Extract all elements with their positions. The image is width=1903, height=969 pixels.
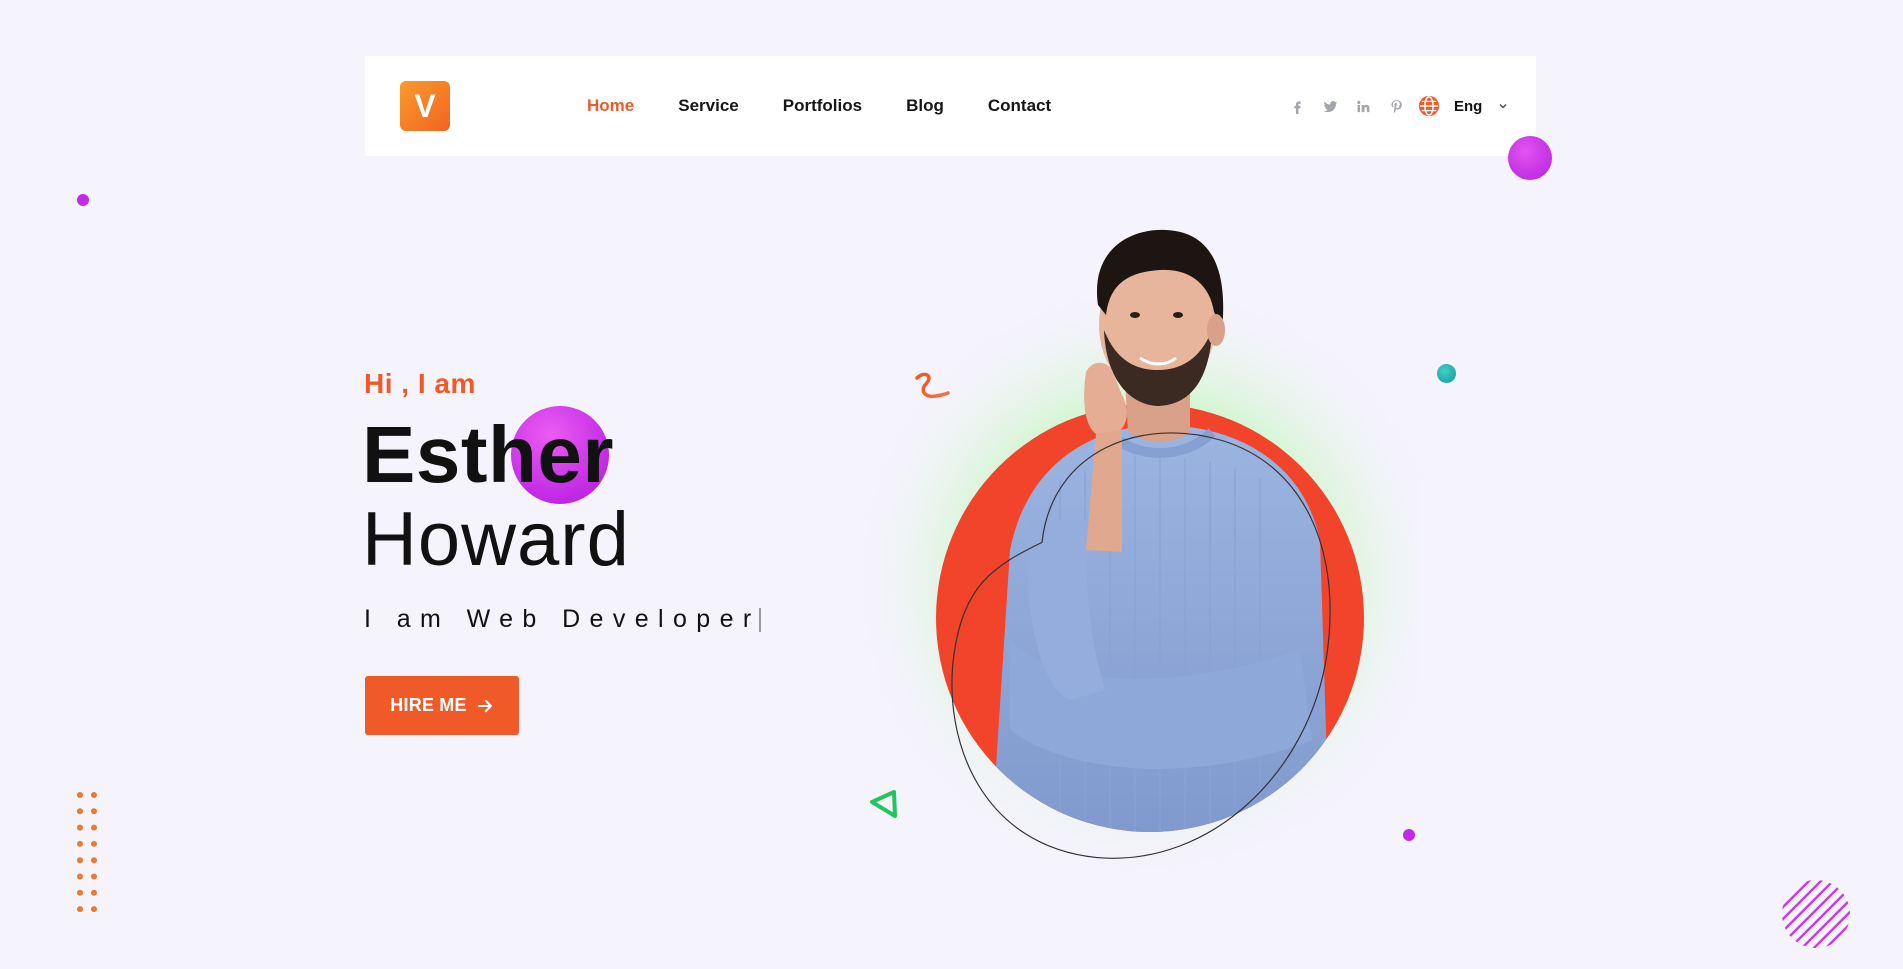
grid-dot — [91, 840, 97, 847]
decor-purple-dot-small — [77, 194, 89, 206]
hire-me-button[interactable]: HIRE ME — [365, 676, 519, 735]
pinterest-icon[interactable] — [1380, 96, 1413, 116]
hero-greeting: Hi , I am — [364, 368, 476, 399]
hero-portrait — [860, 229, 1420, 880]
grid-dot — [91, 906, 97, 913]
decor-dot-grid — [77, 792, 97, 913]
typing-caret — [758, 607, 761, 632]
decor-striped-circle — [1782, 880, 1850, 948]
language-label: Eng — [1454, 97, 1483, 115]
linkedin-icon[interactable] — [1347, 96, 1380, 116]
hero-first-name: Esther — [362, 410, 614, 499]
facebook-icon[interactable] — [1281, 96, 1314, 116]
grid-dot — [77, 808, 83, 815]
grid-dot — [91, 808, 97, 815]
decor-purple-circle-header — [1508, 136, 1552, 180]
main-nav: Home Service Portfolios Blog Contact — [587, 56, 1095, 156]
grid-dot — [91, 857, 97, 864]
chevron-down-icon — [1499, 103, 1507, 109]
hire-me-label: HIRE ME — [390, 695, 467, 715]
hero-last-name: Howard — [362, 497, 630, 582]
hero-role-text: I am Web Developer — [364, 605, 761, 633]
nav-item-home[interactable]: Home — [587, 96, 634, 116]
grid-dot — [77, 873, 83, 880]
grid-dot — [77, 840, 83, 847]
nav-item-blog[interactable]: Blog — [906, 96, 944, 116]
grid-dot — [91, 873, 97, 880]
grid-dot — [77, 857, 83, 864]
grid-dot — [91, 824, 97, 831]
decor-teal-dot — [1437, 364, 1456, 383]
grid-dot — [91, 889, 97, 896]
grid-dot — [77, 792, 83, 798]
language-selector[interactable]: Eng — [1418, 56, 1508, 156]
grid-dot — [77, 906, 83, 913]
hero-role: I am Web Developer — [364, 605, 761, 634]
logo-letter: V — [414, 87, 436, 124]
twitter-icon[interactable] — [1314, 96, 1347, 116]
grid-dot — [77, 824, 83, 831]
globe-icon — [1418, 95, 1440, 117]
arrow-right-icon — [477, 699, 492, 712]
social-links — [1281, 56, 1413, 156]
grid-dot — [91, 792, 97, 798]
nav-item-contact[interactable]: Contact — [988, 96, 1051, 116]
nav-item-service[interactable]: Service — [678, 96, 739, 116]
grid-dot — [77, 889, 83, 896]
header-navbar: V Home Service Portfolios Blog Contact E… — [365, 56, 1536, 156]
logo[interactable]: V — [400, 81, 450, 131]
nav-item-portfolios[interactable]: Portfolios — [783, 96, 862, 116]
